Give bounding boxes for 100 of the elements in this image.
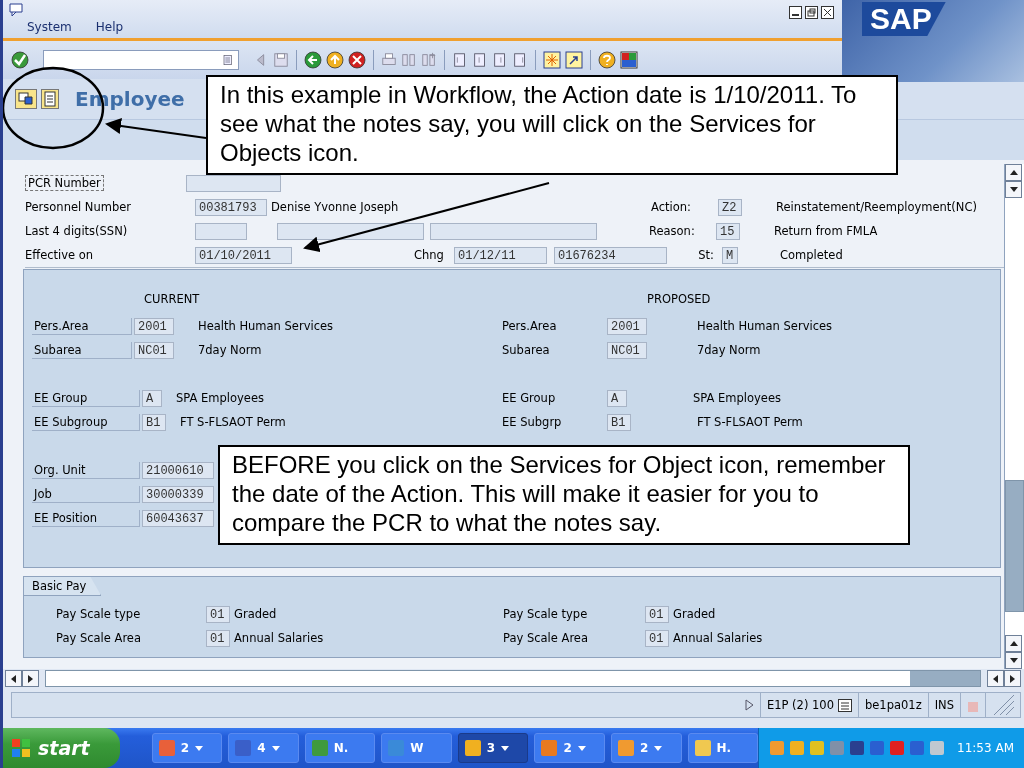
change-date-field[interactable]: 01/12/11 (454, 246, 547, 264)
personnel-number-field[interactable]: 00381793 (195, 198, 267, 216)
code-field[interactable]: A (142, 389, 162, 407)
enter-icon[interactable] (11, 51, 29, 69)
reason-field[interactable]: 15 (716, 222, 740, 240)
taskbar-button[interactable]: 2 (534, 733, 605, 763)
code-field[interactable]: NC01 (134, 341, 174, 359)
field-label: Pay Scale Area (503, 631, 589, 645)
scroll-down-icon[interactable] (1005, 652, 1022, 669)
scroll-down-icon[interactable] (1005, 181, 1022, 198)
pcr-number-field[interactable] (185, 174, 281, 192)
scroll-thumb[interactable] (1005, 480, 1024, 612)
scroll-up-icon[interactable] (1005, 164, 1022, 181)
help-icon[interactable] (598, 51, 616, 69)
last-page-icon[interactable] (512, 52, 528, 68)
field-text: FT S-FLSAOT Perm (180, 415, 286, 429)
scroll-up-icon[interactable] (1005, 635, 1022, 652)
field-label: Last 4 digits(SSN) (25, 224, 129, 238)
field-label: EE Subgrp (502, 415, 563, 429)
taskbar-button[interactable]: 4 (228, 733, 299, 763)
reason-text: Return from FMLA (774, 224, 878, 238)
save-icon[interactable] (273, 52, 289, 68)
code-field[interactable]: B1 (142, 413, 166, 431)
start-button[interactable]: start (3, 728, 120, 768)
ssn-field[interactable] (195, 222, 247, 240)
horizontal-scrollbar[interactable] (3, 669, 1024, 688)
field-text: Graded (234, 607, 277, 621)
scroll-right-icon[interactable] (1004, 670, 1021, 687)
section-heading: CURRENT (144, 292, 201, 308)
code-field[interactable]: 60043637 (142, 509, 214, 527)
field-label: Reason: (649, 224, 696, 238)
exit-icon[interactable] (326, 51, 344, 69)
code-field[interactable]: B1 (607, 413, 631, 431)
field-text: Annual Salaries (673, 631, 763, 645)
field-label: Pers.Area (502, 319, 558, 333)
code-field[interactable]: 30000339 (142, 485, 214, 503)
caret-icon (271, 745, 280, 751)
menu-item[interactable]: Help (95, 20, 124, 38)
taskbar-button[interactable]: W (381, 733, 452, 763)
field-label: Pay Scale type (503, 607, 589, 621)
field-text: Health Human Services (697, 319, 833, 333)
taskbar-button[interactable]: 3 (457, 733, 529, 763)
expand-icon[interactable] (744, 699, 754, 711)
menu-item[interactable]: System (27, 20, 72, 38)
minimize-icon[interactable] (789, 6, 802, 19)
caret-icon (654, 745, 663, 751)
document-icon[interactable] (41, 89, 59, 109)
code-field[interactable]: A (607, 389, 627, 407)
restore-icon[interactable] (805, 6, 818, 19)
field-text: 7day Norm (697, 343, 761, 357)
code-field[interactable]: 01 (206, 629, 230, 647)
window-menu-icon[interactable] (9, 3, 25, 17)
field-label: Chng (414, 248, 445, 262)
scroll-left-icon[interactable] (5, 670, 22, 687)
input-field[interactable] (430, 222, 597, 240)
taskbar-button[interactable]: 2 (151, 733, 223, 763)
tab[interactable]: Basic Pay (24, 577, 102, 596)
status-field[interactable]: M (722, 246, 738, 264)
code-field[interactable]: 21000610 (142, 461, 214, 479)
code-field[interactable]: 01 (645, 629, 669, 647)
field-label: Personnel Number (25, 200, 133, 214)
code-field[interactable]: 2001 (607, 317, 647, 335)
logo: SAP (862, 2, 946, 36)
next-page-icon[interactable] (492, 52, 508, 68)
taskbar-button[interactable]: N. (304, 733, 376, 763)
first-page-icon[interactable] (452, 52, 468, 68)
code-field[interactable]: NC01 (607, 341, 647, 359)
field-label: EE Subgroup (32, 413, 140, 431)
date-field[interactable]: 01/10/2011 (195, 246, 292, 264)
field-label: Action: (651, 200, 692, 214)
services-for-object-icon[interactable] (15, 89, 37, 109)
code-field[interactable]: 01 (645, 605, 669, 623)
status-text: Completed (780, 248, 843, 262)
close-icon[interactable] (821, 6, 834, 19)
code-field[interactable]: 2001 (134, 317, 174, 335)
taskbar-button[interactable]: 2 (610, 733, 682, 763)
field-label: PCR Number (25, 175, 104, 191)
taskbar-button[interactable]: H. (687, 733, 759, 763)
shortcut-icon[interactable] (565, 51, 583, 69)
field-text: SPA Employees (176, 391, 264, 405)
input-field[interactable] (277, 222, 424, 240)
code-field[interactable]: 01 (206, 605, 230, 623)
action-field[interactable]: Z2 (718, 198, 742, 216)
tray-icon[interactable] (849, 740, 866, 756)
command-field[interactable] (43, 50, 239, 70)
print-icon[interactable] (381, 52, 397, 68)
caret-icon (501, 745, 510, 751)
change-number-field[interactable]: 01676234 (554, 246, 667, 264)
scroll-thumb[interactable] (910, 671, 980, 686)
field-label: Pay Scale Area (56, 631, 142, 645)
scroll-right-icon[interactable] (22, 670, 39, 687)
back-icon[interactable] (304, 51, 322, 69)
previous-page-icon[interactable] (472, 52, 488, 68)
list-icon[interactable] (838, 698, 852, 712)
cancel-icon[interactable] (348, 51, 366, 69)
resize-grip-icon[interactable] (992, 695, 1014, 715)
field-text: Graded (673, 607, 716, 621)
history-icon[interactable] (222, 54, 234, 66)
scroll-left-icon[interactable] (987, 670, 1004, 687)
vertical-scrollbar[interactable] (1004, 164, 1024, 669)
